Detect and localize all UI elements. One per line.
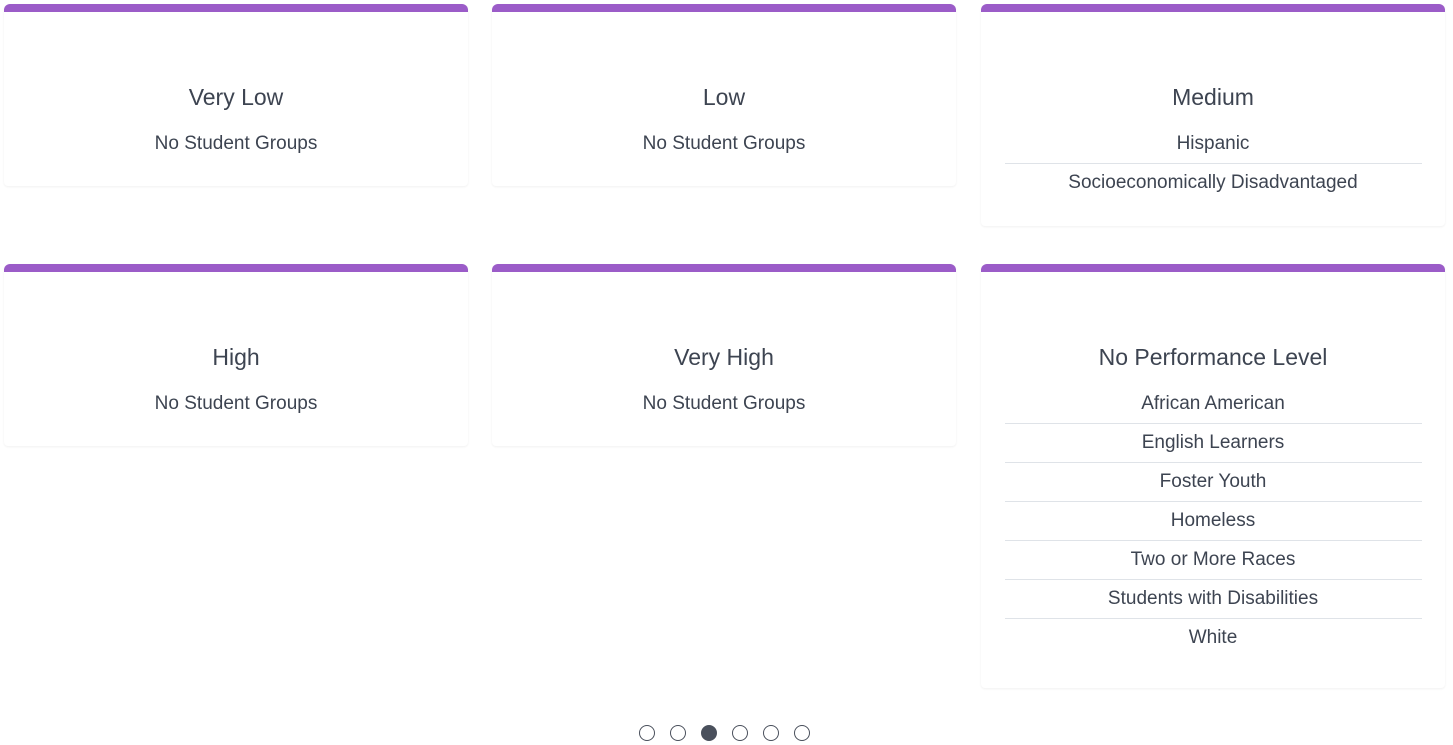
card-title: High [212,344,260,370]
student-group-list: No Student Groups [28,133,445,163]
carousel-dot-4[interactable] [732,725,748,741]
student-group-item: No Student Groups [642,393,806,414]
carousel-dot-6[interactable] [794,725,810,741]
card-title: No Performance Level [1098,344,1328,370]
carousel-dot-5[interactable] [763,725,779,741]
performance-card-very-low: Very Low No Student Groups [4,4,468,186]
card-title: Low [702,84,746,110]
student-group-list: Hispanic Socioeconomically Disadvantaged [1004,133,1422,202]
performance-card-low: Low No Student Groups [492,4,956,186]
card-title: Very Low [188,84,284,110]
student-group-item: Students with Disabilities [1004,588,1422,619]
student-group-list: No Student Groups [516,133,933,163]
student-group-item: Homeless [1004,510,1422,541]
student-group-list: No Student Groups [28,393,445,423]
student-group-item: No Student Groups [642,133,806,154]
performance-card-no-performance-level: No Performance Level African American En… [981,264,1445,688]
student-group-item: African American [1004,393,1422,424]
student-group-list: No Student Groups [516,393,933,423]
carousel-dot-3[interactable] [701,725,717,741]
performance-card-high: High No Student Groups [4,264,468,446]
student-group-item: No Student Groups [154,393,318,414]
student-group-item: Two or More Races [1004,549,1422,580]
student-group-item: Foster Youth [1004,471,1422,502]
card-title: Very High [674,344,774,370]
carousel-dot-2[interactable] [670,725,686,741]
student-group-item: English Learners [1004,432,1422,463]
performance-card-very-high: Very High No Student Groups [492,264,956,446]
student-group-item: Hispanic [1004,133,1422,164]
student-group-list: African American English Learners Foster… [1004,393,1422,657]
carousel-dot-1[interactable] [639,725,655,741]
carousel-pagination [639,725,810,741]
performance-card-medium: Medium Hispanic Socioeconomically Disadv… [981,4,1445,226]
card-title: Medium [1172,84,1254,110]
student-group-item: No Student Groups [154,133,318,154]
student-group-item: White [1188,627,1238,648]
student-group-item: Socioeconomically Disadvantaged [1068,172,1358,193]
